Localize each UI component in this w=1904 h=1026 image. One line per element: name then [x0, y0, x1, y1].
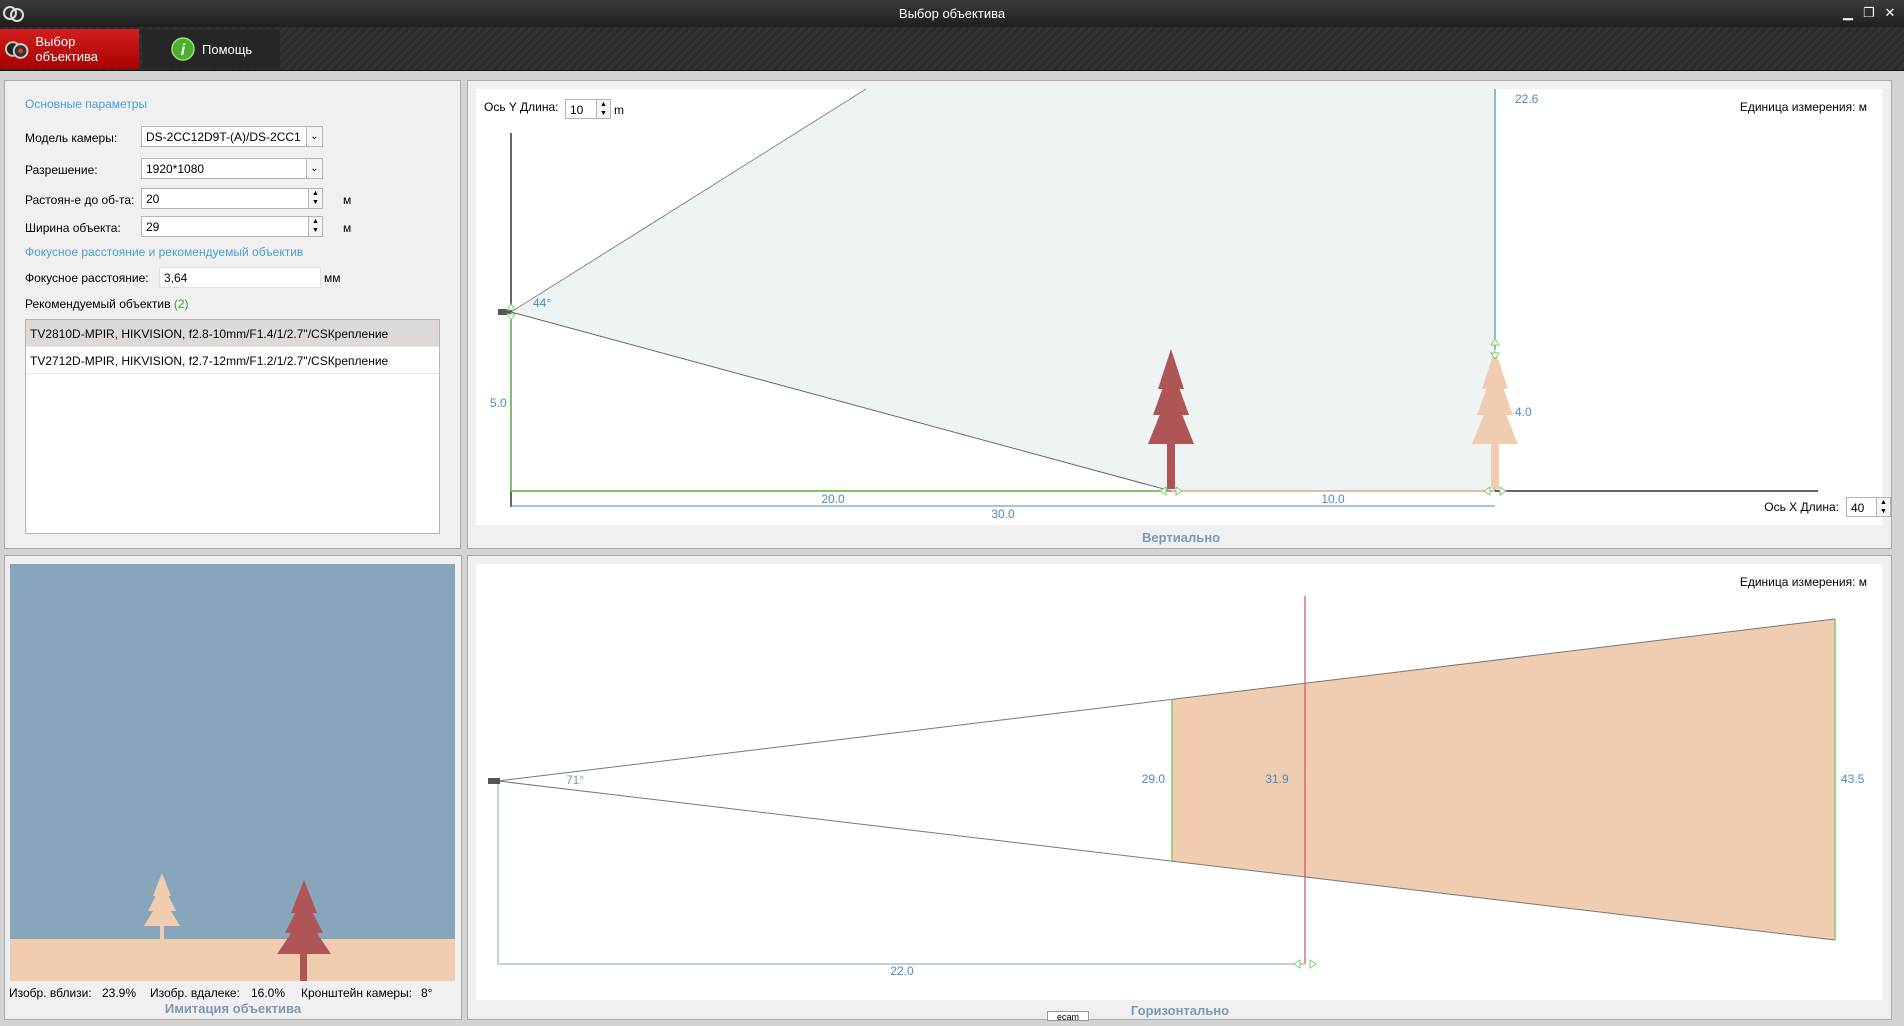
horizontal-angle-label: 71° — [566, 773, 584, 787]
x-axis-length-label: Ось X Длина: — [1764, 500, 1839, 514]
distance-unit: м — [343, 193, 352, 207]
lens-icon — [4, 41, 29, 59]
list-item[interactable]: TV2712D-MPIR, HIKVISION, f2.7-12mm/F1.2/… — [26, 347, 439, 374]
horizontal-view-canvas: 71° 29.0 31.9 43.5 22.0 Единица измерени… — [476, 564, 1882, 1018]
vertical-view-canvas: 44° 5.0 22.6 4.0 20.0 10.0 30.0 Единица … — [476, 88, 1882, 545]
vertical-footer: Вертиально — [1142, 530, 1220, 545]
recommended-count: (2) — [173, 297, 189, 311]
far-image-value: 16.0% — [251, 986, 285, 1000]
horizontal-footer: Горизонтально — [1131, 1003, 1229, 1018]
tree-height-label: 4.0 — [1515, 405, 1532, 419]
extra-distance-label: 10.0 — [1321, 492, 1345, 506]
title-bar: Выбор объектива ▁ ❐ ✕ — [0, 0, 1904, 27]
tab-help[interactable]: i Помощь — [142, 29, 280, 69]
y-axis-unit: m — [614, 103, 624, 117]
bracket-value: 8° — [421, 986, 433, 1000]
bracket-label: Кронштейн камеры: — [301, 986, 412, 1000]
focal-length-value: 3,64 — [164, 271, 188, 285]
width-value: 29 — [146, 220, 160, 234]
far-image-label: Изобр. вдалеке: — [150, 986, 240, 1000]
simulation-canvas: Изобр. вблизи: 23.9% Изобр. вдалеке: 16.… — [9, 564, 455, 1016]
far-width-label: 43.5 — [1841, 772, 1865, 786]
camera-height-label: 5.0 — [490, 396, 507, 410]
distance-label: 22.0 — [890, 964, 914, 978]
distance-value: 20 — [146, 192, 160, 206]
spinner-icon[interactable]: ▲ ▼ — [308, 217, 322, 236]
sky-area — [10, 564, 455, 949]
lens-simulation-panel: Изобр. вблизи: 23.9% Изобр. вдалеке: 16.… — [4, 555, 462, 1020]
vertical-angle-label: 44° — [533, 296, 551, 310]
window-title: Выбор объектива — [898, 6, 1006, 21]
minimize-button[interactable]: ▁ — [1840, 5, 1856, 21]
chevron-down-icon[interactable]: ⌄ — [306, 127, 322, 146]
spinner-icon[interactable]: ▲ ▼ — [596, 100, 610, 118]
list-item[interactable]: TV2810D-MPIR, HIKVISION, f2.8-10mm/F1.4/… — [26, 320, 439, 347]
resolution-select[interactable]: 1920*1080 ⌄ — [141, 158, 323, 179]
top-value-label: 22.6 — [1515, 92, 1539, 106]
parameters-panel: Основные параметры Модель камеры: DS-2CC… — [4, 80, 461, 549]
spinner-icon[interactable]: ▲ ▼ — [308, 189, 322, 208]
ground-area — [10, 939, 455, 981]
near-image-label: Изобр. вблизи: — [9, 986, 92, 1000]
near-width-label: 29.0 — [1142, 772, 1166, 786]
basic-params-title: Основные параметры — [25, 97, 148, 111]
width-unit: м — [343, 221, 352, 235]
camera-icon — [488, 778, 500, 784]
vertical-view-panel: 44° 5.0 22.6 4.0 20.0 10.0 30.0 Единица … — [467, 80, 1892, 549]
near-distance-label: 20.0 — [821, 492, 845, 506]
vertical-unit-label: Единица измерения: м — [1740, 100, 1867, 114]
svg-text:i: i — [181, 42, 186, 59]
info-icon: i — [171, 37, 195, 61]
resolution-label: Разрешение: — [25, 163, 98, 177]
camera-model-select[interactable]: DS-2CC12D9T-(A)/DS-2CC1 ⌄ — [141, 126, 323, 147]
tab-lens-selection[interactable]: Выбор объектива — [0, 29, 139, 69]
restore-button[interactable]: ❐ — [1861, 5, 1877, 21]
close-button[interactable]: ✕ — [1882, 5, 1898, 21]
spinner-icon[interactable]: ▲ ▼ — [1876, 498, 1890, 516]
focal-length-label: Фокусное расстояние: — [25, 271, 149, 285]
tooltip: ecam — [1047, 1011, 1089, 1021]
recommended-lens-list: TV2810D-MPIR, HIKVISION, f2.8-10mm/F1.4/… — [25, 319, 440, 534]
tab-lens-label: Выбор объектива — [35, 34, 99, 64]
y-axis-length-label: Ось Y Длина: — [484, 100, 559, 114]
resolution-value: 1920*1080 — [146, 162, 205, 176]
recommended-lens-text: Рекомендуемый объектив — [25, 297, 171, 311]
tab-help-label: Помощь — [202, 41, 253, 57]
camera-model-value: DS-2CC12D9T-(A)/DS-2CC1 — [146, 130, 301, 144]
width-label: Ширина объекта: — [25, 221, 121, 235]
distance-input[interactable]: 20 ▲ ▼ — [141, 188, 323, 209]
camera-model-label: Модель камеры: — [25, 131, 118, 145]
focal-length-unit: мм — [324, 271, 341, 285]
near-image-value: 23.9% — [102, 986, 136, 1000]
simulation-footer: Имитация объектива — [165, 1001, 302, 1016]
focal-section-title: Фокусное расстояние и рекомендуемый объе… — [25, 245, 304, 259]
horizontal-unit-label: Единица измерения: м — [1740, 575, 1867, 589]
y-axis-length-value: 10 — [570, 103, 584, 117]
main-toolbar: Выбор объектива i Помощь — [0, 27, 1904, 71]
focal-length-field: 3,64 — [159, 267, 321, 288]
horizontal-view-panel: 71° 29.0 31.9 43.5 22.0 Единица измерени… — [467, 555, 1892, 1021]
total-distance-label: 30.0 — [991, 507, 1015, 521]
distance-label: Растоян-е до об-та: — [25, 193, 135, 207]
recommended-lens-label: Рекомендуемый объектив (2) — [25, 297, 189, 311]
width-input[interactable]: 29 ▲ ▼ — [141, 216, 323, 237]
x-axis-length-value: 40 — [1851, 501, 1865, 515]
y-axis-length-input[interactable]: 10 ▲ ▼ — [565, 99, 611, 119]
mid-width-label: 31.9 — [1265, 772, 1289, 786]
x-axis-length-input[interactable]: 40 ▲ ▼ — [1846, 497, 1891, 517]
chevron-down-icon[interactable]: ⌄ — [306, 159, 322, 178]
